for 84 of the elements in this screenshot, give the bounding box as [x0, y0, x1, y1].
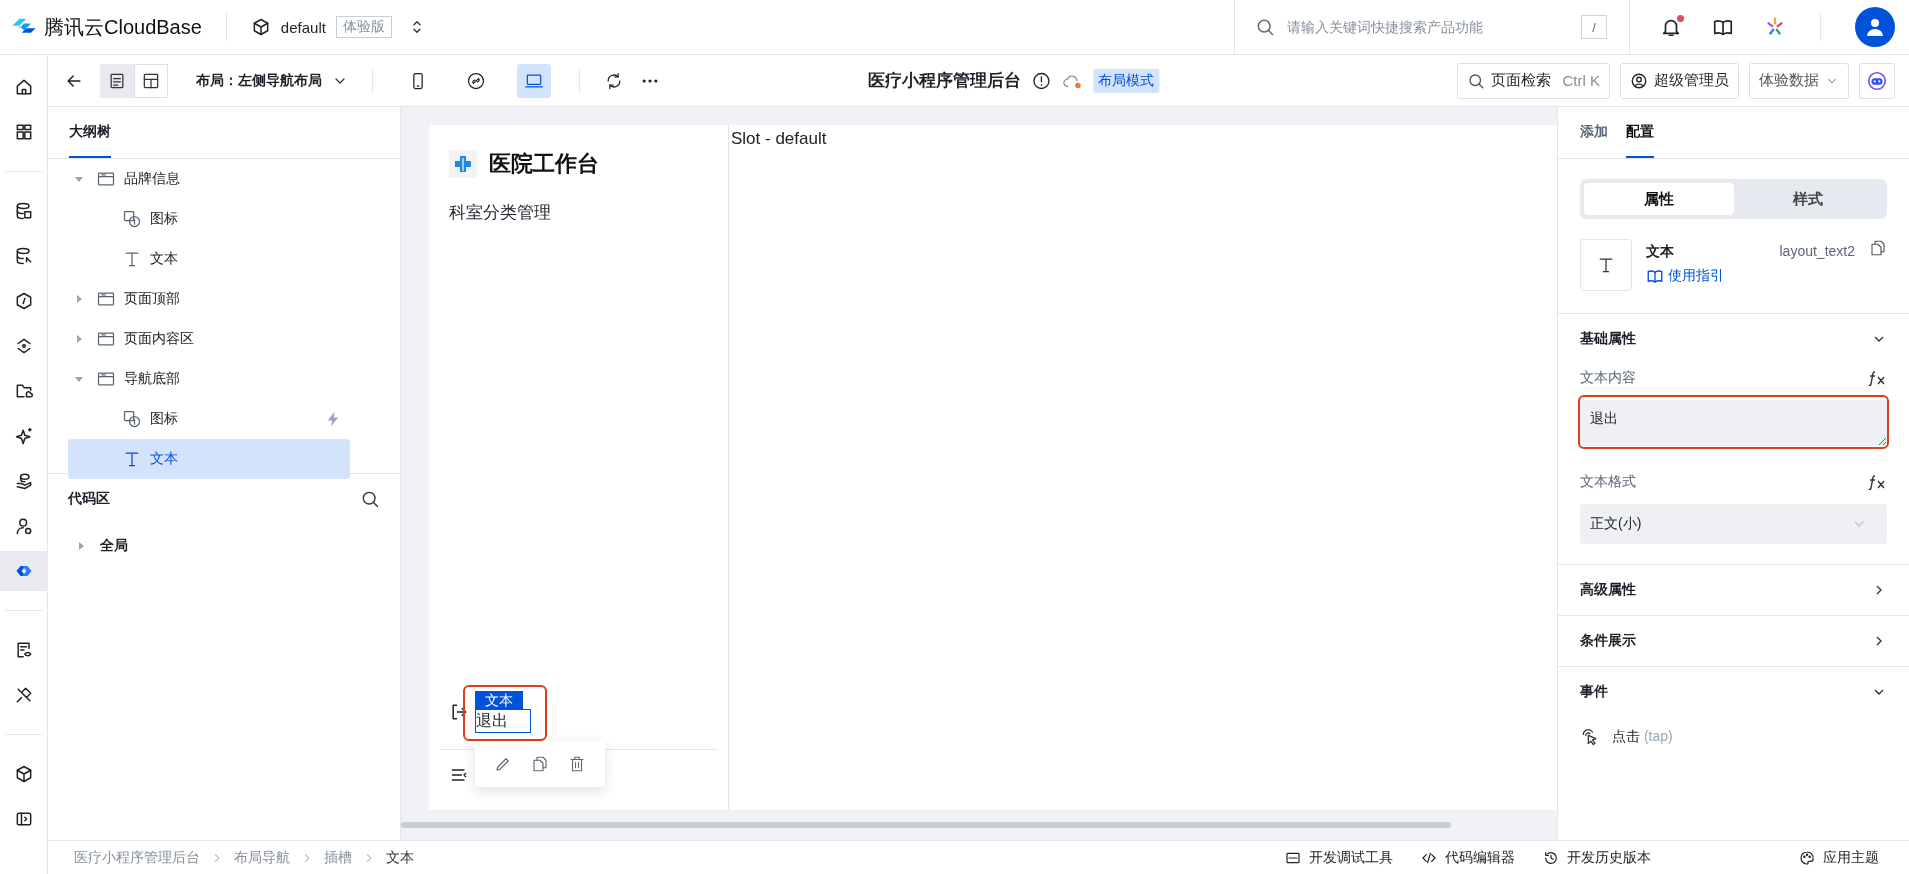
shapes-icon [122, 209, 142, 229]
footer-tool-button[interactable]: 开发调试工具 [1285, 848, 1393, 867]
section-title: 代码区 [68, 490, 110, 508]
component-id: layout_text2 [1779, 242, 1855, 259]
tree-label: 页面顶部 [124, 290, 180, 308]
environment-name[interactable]: default [280, 18, 326, 36]
environment-badge: 体验版 [335, 16, 392, 38]
tree-label: 导航底部 [124, 370, 180, 388]
mode-tag: 布局模式 [1092, 68, 1159, 93]
guide-link[interactable]: 使用指引 [1646, 267, 1766, 285]
section-header[interactable]: 条件展示 [1580, 616, 1887, 666]
logout-icon [449, 702, 469, 722]
medical-cross-icon [449, 150, 477, 178]
tree-item[interactable]: 品牌信息 [68, 159, 350, 199]
panel-tab[interactable]: 配置 [1626, 107, 1654, 158]
tree-label: 文本 [150, 250, 178, 268]
section-header[interactable]: 基础属性 [1580, 314, 1887, 364]
copy-icon[interactable] [531, 755, 549, 773]
component-name: 文本 [1646, 243, 1675, 261]
tree-label: 图标 [150, 210, 178, 228]
brand-name: 腾讯云CloudBase [44, 14, 202, 40]
search-icon[interactable] [360, 489, 380, 509]
bell-icon[interactable] [1660, 16, 1682, 38]
view-toggle[interactable] [100, 63, 134, 98]
user-avatar[interactable] [1855, 7, 1895, 47]
event-item[interactable]: 点击 (tap) [1580, 717, 1887, 757]
text-format-select[interactable]: 正文(小) [1580, 504, 1887, 544]
tree-item[interactable]: 页面内容区 [68, 319, 350, 359]
sparkle-icon [13, 426, 34, 446]
link-circle-icon [466, 70, 486, 91]
assistant-button[interactable] [1859, 62, 1895, 99]
formula-icon[interactable] [1867, 474, 1887, 490]
data-source-dropdown[interactable]: 体验数据 [1749, 62, 1849, 99]
view-toggle[interactable] [134, 63, 168, 98]
page-search-button[interactable]: 页面检索 Ctrl K [1456, 62, 1610, 99]
text-content-field[interactable]: 退出 [1580, 400, 1887, 446]
device-toggle[interactable] [517, 63, 551, 98]
history-icon [1543, 849, 1559, 866]
tree-item[interactable]: 图标 [68, 399, 350, 439]
tree-label: 文本 [150, 450, 178, 468]
slot-label: Slot - default [731, 129, 827, 148]
search-icon [1255, 17, 1275, 37]
tree-label: 页面内容区 [124, 330, 194, 348]
section-header[interactable]: 高级属性 [1580, 565, 1887, 615]
segment-tab[interactable]: 属性 [1584, 183, 1734, 215]
footer-tool-button[interactable]: 应用主题 [1799, 848, 1879, 867]
footer-tool-button[interactable]: 代码编辑器 [1421, 848, 1515, 867]
search-field[interactable]: 请输入关键词快捷搜索产品功能 [1285, 18, 1571, 36]
tree-item[interactable]: 导航底部 [68, 359, 350, 399]
selection-tag: 文本 [475, 691, 523, 709]
footer-tool-button[interactable]: 开发历史版本 [1543, 848, 1651, 867]
layout-dropdown[interactable]: 布局：左侧导航布局 [196, 71, 348, 90]
code-tree-item[interactable]: 全局 [68, 524, 380, 568]
user-circle-icon [1630, 71, 1648, 90]
app-brand-name: 医院工作台 [489, 150, 599, 178]
tree-item[interactable]: 页面顶部 [68, 279, 350, 319]
page-title: 医疗小程序管理后台 [867, 70, 1021, 92]
field-label: 文本内容 [1580, 369, 1636, 387]
nav-menu-item[interactable]: 科室分类管理 [449, 201, 551, 224]
tree-item[interactable]: 文本 [68, 439, 350, 479]
breadcrumb-item[interactable]: 文本 [386, 848, 414, 867]
tree-item[interactable]: 文本 [68, 239, 350, 279]
formula-icon[interactable] [1867, 370, 1887, 386]
tree-label: 品牌信息 [124, 170, 180, 188]
book-icon [1646, 267, 1664, 285]
palette-icon [1799, 849, 1815, 866]
segment-tab[interactable]: 样式 [1733, 183, 1883, 215]
robot-face-icon [1866, 69, 1888, 92]
shapes-icon [122, 409, 142, 429]
panel-tab[interactable]: 大纲树 [69, 107, 111, 158]
exit-text[interactable]: 退出 [475, 709, 531, 733]
star-logo-icon[interactable] [1764, 16, 1786, 38]
search-icon [1466, 71, 1485, 90]
copy-icon[interactable] [1869, 239, 1887, 257]
tree-item[interactable]: 图标 [68, 199, 350, 239]
shortcut-key: / [1581, 15, 1607, 39]
role-button[interactable]: 超级管理员 [1620, 62, 1739, 99]
trash-icon[interactable] [567, 755, 586, 773]
tree-label: 图标 [150, 410, 178, 428]
panel-tab[interactable]: 添加 [1580, 107, 1608, 158]
section-header[interactable]: 事件 [1580, 667, 1887, 717]
alert-circle-icon [1030, 70, 1051, 91]
scrollbar[interactable] [401, 822, 1451, 828]
field-label: 文本格式 [1580, 473, 1636, 491]
